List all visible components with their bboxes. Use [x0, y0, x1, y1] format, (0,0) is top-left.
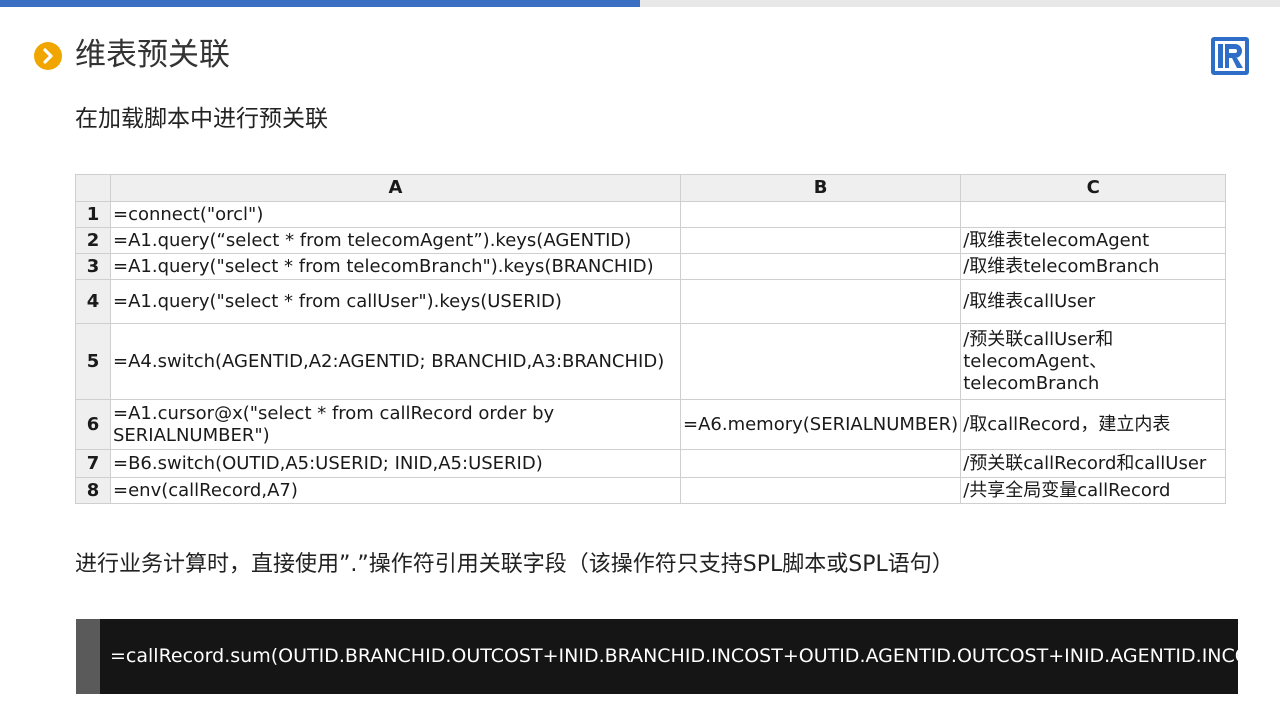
table-row: 6 =A1.cursor@x("select * from callRecord… — [75, 399, 1227, 450]
grid-cell-b2[interactable] — [679, 227, 962, 254]
table-row: 7 =B6.switch(OUTID,A5:USERID; INID,A5:US… — [75, 449, 1227, 478]
grid-cell-c3[interactable]: /取维表telecomBranch — [960, 253, 1227, 280]
row-number[interactable]: 4 — [75, 279, 111, 324]
grid-cell-a6[interactable]: =A1.cursor@x("select * from callRecord o… — [110, 399, 681, 450]
column-header-c[interactable]: C — [960, 174, 1227, 202]
chevron-right-icon — [34, 42, 62, 70]
column-header-a[interactable]: A — [110, 174, 681, 202]
table-row: 2 =A1.query(“select * from telecomAgent”… — [75, 227, 1227, 254]
grid-cell-a5[interactable]: =A4.switch(AGENTID,A2:AGENTID; BRANCHID,… — [110, 323, 681, 400]
grid-cell-b8[interactable] — [679, 477, 962, 504]
top-accent-bar — [0, 0, 640, 7]
grid-cell-a7[interactable]: =B6.switch(OUTID,A5:USERID; INID,A5:USER… — [110, 449, 681, 478]
row-number[interactable]: 2 — [75, 227, 111, 254]
section-subtitle: 在加载脚本中进行预关联 — [75, 106, 328, 132]
code-block: =callRecord.sum(OUTID.BRANCHID.OUTCOST+I… — [76, 619, 1280, 694]
grid-cell-a3[interactable]: =A1.query("select * from telecomBranch")… — [110, 253, 681, 280]
grid-cell-a2[interactable]: =A1.query(“select * from telecomAgent”).… — [110, 227, 681, 254]
table-row: 1 =connect("orcl") — [75, 201, 1227, 228]
grid-corner-cell — [75, 174, 111, 202]
grid-cell-c7[interactable]: /预关联callRecord和callUser — [960, 449, 1227, 478]
grid-cell-c6[interactable]: /取callRecord，建立内表 — [960, 399, 1227, 450]
grid-cell-a4[interactable]: =A1.query("select * from callUser").keys… — [110, 279, 681, 324]
code-expression: =callRecord.sum(OUTID.BRANCHID.OUTCOST+I… — [110, 645, 1280, 667]
grid-cell-b6[interactable]: =A6.memory(SERIALNUMBER) — [679, 399, 962, 450]
table-row: 3 =A1.query("select * from telecomBranch… — [75, 253, 1227, 280]
column-header-b[interactable]: B — [679, 174, 962, 202]
row-number[interactable]: 1 — [75, 201, 111, 228]
grid-cell-b5[interactable] — [679, 323, 962, 400]
grid-cell-c1[interactable] — [960, 201, 1227, 228]
page-title: 维表预关联 — [75, 37, 230, 73]
row-number[interactable]: 3 — [75, 253, 111, 280]
row-number[interactable]: 7 — [75, 449, 111, 478]
spl-grid: A B C 1 =connect("orcl") 2 =A1.query(“se… — [75, 174, 1227, 504]
r-logo-icon — [1210, 36, 1250, 76]
grid-cell-b4[interactable] — [679, 279, 962, 324]
grid-cell-b7[interactable] — [679, 449, 962, 478]
code-block-stripe — [76, 619, 100, 694]
row-number[interactable]: 8 — [75, 477, 111, 504]
table-row: 4 =A1.query("select * from callUser").ke… — [75, 279, 1227, 324]
grid-cell-c5[interactable]: /预关联callUser和telecomAgent、telecomBranch — [960, 323, 1227, 400]
grid-cell-b1[interactable] — [679, 201, 962, 228]
usage-note: 进行业务计算时，直接使用”.”操作符引用关联字段（该操作符只支持SPL脚本或SP… — [75, 552, 954, 577]
row-number[interactable]: 6 — [75, 399, 111, 450]
grid-cell-c4[interactable]: /取维表callUser — [960, 279, 1227, 324]
table-row: 8 =env(callRecord,A7) /共享全局变量callRecord — [75, 477, 1227, 504]
row-number[interactable]: 5 — [75, 323, 111, 400]
grid-cell-c2[interactable]: /取维表telecomAgent — [960, 227, 1227, 254]
grid-cell-b3[interactable] — [679, 253, 962, 280]
table-row: 5 =A4.switch(AGENTID,A2:AGENTID; BRANCHI… — [75, 323, 1227, 400]
grid-cell-a8[interactable]: =env(callRecord,A7) — [110, 477, 681, 504]
grid-cell-a1[interactable]: =connect("orcl") — [110, 201, 681, 228]
grid-header-row: A B C — [75, 174, 1227, 202]
top-progress-track — [640, 0, 1280, 7]
grid-cell-c8[interactable]: /共享全局变量callRecord — [960, 477, 1227, 504]
